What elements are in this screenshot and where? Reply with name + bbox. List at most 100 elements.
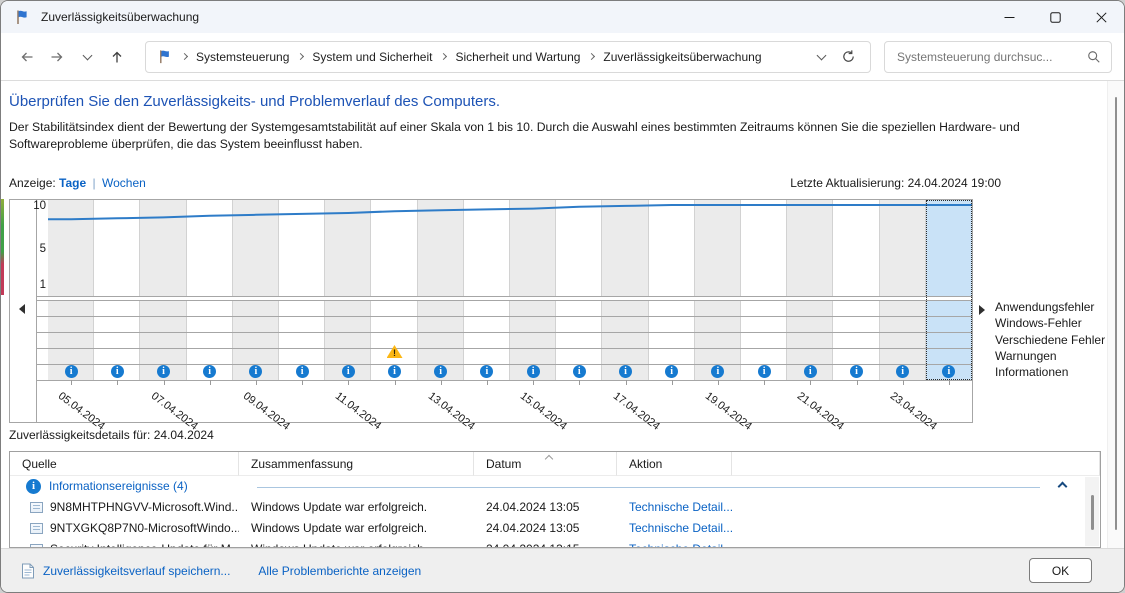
search-icon[interactable] — [1087, 50, 1101, 64]
scroll-right-icon[interactable] — [979, 305, 985, 315]
info-icon[interactable] — [850, 365, 863, 378]
maximize-button[interactable] — [1032, 1, 1078, 33]
maximize-icon — [1050, 12, 1061, 23]
save-history-link[interactable]: Zuverlässigkeitsverlauf speichern... — [43, 564, 230, 578]
document-icon — [21, 563, 35, 579]
technical-details-link[interactable]: Technische Detail... — [617, 539, 732, 548]
navigation-bar: Systemsteuerung System und Sicherheit Sich… — [1, 33, 1124, 81]
page-scrollbar[interactable] — [1107, 81, 1124, 548]
up-button[interactable] — [103, 43, 131, 71]
view-days-link[interactable]: Tage — [59, 176, 86, 190]
search-input[interactable] — [895, 49, 1087, 65]
back-button[interactable] — [13, 43, 41, 71]
x-axis-date-label: 21.04.2024 — [795, 390, 846, 433]
event-log-icon — [30, 502, 43, 513]
display-label: Anzeige: — [9, 176, 56, 190]
info-icon[interactable] — [388, 365, 401, 378]
info-icon[interactable] — [758, 365, 771, 378]
info-icon[interactable] — [527, 365, 540, 378]
minimize-button[interactable] — [986, 1, 1032, 33]
breadcrumb-item-1[interactable]: Systemsteuerung — [194, 50, 291, 64]
x-axis-tick — [857, 380, 858, 385]
info-icon[interactable] — [711, 365, 724, 378]
x-axis-tick — [117, 380, 118, 385]
info-icon[interactable] — [249, 365, 262, 378]
breadcrumb-item-2[interactable]: System und Sicherheit — [310, 50, 434, 64]
info-icon — [26, 479, 41, 494]
source-text: 9N8MHTPHNGVV-Microsoft.Wind... — [50, 497, 239, 518]
technical-details-link[interactable]: Technische Detail... — [617, 497, 732, 518]
breadcrumb-item-3[interactable]: Sicherheit und Wartung — [453, 50, 582, 64]
info-icon[interactable] — [804, 365, 817, 378]
window-controls — [986, 1, 1124, 33]
breadcrumb-bar[interactable]: Systemsteuerung System und Sicherheit Sich… — [145, 41, 871, 73]
content-area: Überprüfen Sie den Zuverlässigkeits- und… — [1, 81, 1107, 548]
stability-index-line — [48, 200, 972, 296]
search-box[interactable] — [884, 41, 1112, 73]
info-icon[interactable] — [480, 365, 493, 378]
warning-icon[interactable] — [387, 345, 403, 358]
cell-summary: Windows Update war erfolgreich. — [239, 497, 474, 518]
title-bar: Zuverlässigkeitsüberwachung — [1, 1, 1124, 33]
x-axis-tick — [764, 380, 765, 385]
event-row-label: Verschiedene Fehler — [995, 332, 1105, 348]
breadcrumb-item-4[interactable]: Zuverlässigkeitsüberwachung — [601, 50, 763, 64]
close-button[interactable] — [1078, 1, 1124, 33]
info-icon[interactable] — [573, 365, 586, 378]
stability-chart[interactable]: 1051 05.04.202407.04.202409.04.202411.04… — [9, 199, 973, 423]
info-icon[interactable] — [434, 365, 447, 378]
refresh-icon[interactable] — [841, 49, 856, 64]
info-icon[interactable] — [342, 365, 355, 378]
technical-details-link[interactable]: Technische Detail... — [617, 518, 732, 539]
column-header-3[interactable]: Datum — [474, 452, 617, 476]
x-axis-tick — [810, 380, 811, 385]
x-axis-date-label: 11.04.2024 — [333, 390, 384, 432]
column-header-4[interactable]: Aktion — [617, 452, 732, 476]
x-axis-tick — [579, 380, 580, 385]
info-icon[interactable] — [157, 365, 170, 378]
x-axis-tick — [672, 380, 673, 385]
breadcrumb-separator-icon — [588, 53, 595, 60]
cell-summary: Windows Update war erfolgreich. — [239, 539, 474, 548]
arrow-right-icon — [49, 49, 65, 65]
info-icon[interactable] — [619, 365, 632, 378]
event-group-row[interactable]: Informationsereignisse (4) — [10, 476, 1100, 497]
selected-day-outline[interactable] — [926, 200, 972, 380]
forward-button[interactable] — [43, 43, 71, 71]
history-dropdown-icon[interactable] — [817, 50, 827, 60]
table-scrollbar-thumb[interactable] — [1091, 495, 1094, 530]
x-axis: 05.04.202407.04.202409.04.202411.04.2024… — [48, 380, 972, 422]
view-weeks-link[interactable]: Wochen — [102, 176, 146, 190]
info-icon[interactable] — [896, 365, 909, 378]
cell-source: 9N8MHTPHNGVV-Microsoft.Wind... — [10, 497, 239, 518]
event-group-label[interactable]: Informationsereignisse (4) — [49, 479, 188, 493]
cell-filler — [732, 518, 1100, 539]
ok-button[interactable]: OK — [1029, 558, 1092, 583]
info-icon[interactable] — [111, 365, 124, 378]
table-row[interactable]: 9N8MHTPHNGVV-Microsoft.Wind...Windows Up… — [10, 497, 1100, 518]
breadcrumb-separator-icon — [181, 53, 188, 60]
minimize-icon — [1004, 12, 1015, 23]
info-icon[interactable] — [203, 365, 216, 378]
cell-source: 9NTXGKQ8P7N0-MicrosoftWindo... — [10, 518, 239, 539]
info-icon[interactable] — [665, 365, 678, 378]
info-icon[interactable] — [296, 365, 309, 378]
event-row-label: Informationen — [995, 364, 1105, 380]
x-axis-tick — [949, 380, 950, 385]
x-axis-tick — [903, 380, 904, 385]
table-row[interactable]: Security Intelligence-Update für M...Win… — [10, 539, 1100, 548]
table-scrollbar[interactable] — [1085, 477, 1099, 546]
collapse-group-icon[interactable] — [1058, 482, 1068, 492]
view-all-reports-link[interactable]: Alle Problemberichte anzeigen — [258, 564, 421, 578]
last-update-label: Letzte Aktualisierung: 24.04.2024 19:00 — [790, 176, 1001, 190]
cell-filler — [732, 497, 1100, 518]
page-scrollbar-thumb[interactable] — [1115, 97, 1117, 530]
x-axis-tick — [718, 380, 719, 385]
recent-pages-button[interactable] — [73, 43, 101, 71]
info-icon[interactable] — [65, 365, 78, 378]
table-body: Informationsereignisse (4) 9N8MHTPHNGVV-M… — [10, 476, 1100, 548]
view-switch: Anzeige: Tage | Wochen — [9, 176, 146, 190]
column-header-1[interactable]: Quelle — [10, 452, 239, 476]
table-row[interactable]: 9NTXGKQ8P7N0-MicrosoftWindo...Windows Up… — [10, 518, 1100, 539]
column-header-2[interactable]: Zusammenfassung — [239, 452, 474, 476]
